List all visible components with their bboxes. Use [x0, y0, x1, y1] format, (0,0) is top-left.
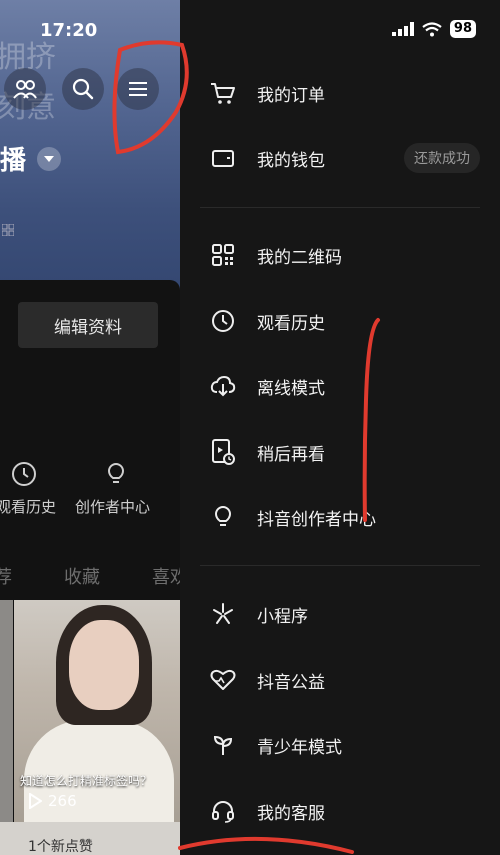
menu-button[interactable] — [117, 68, 159, 110]
hamburger-icon — [129, 82, 147, 96]
tool-creator-center[interactable]: 创作者中心 — [75, 496, 150, 517]
clock-icon — [210, 308, 236, 334]
menu-label: 离线模式 — [257, 378, 325, 399]
friends-button[interactable] — [4, 68, 46, 110]
menu-douyin-charity[interactable]: 抖音公益 — [180, 660, 500, 700]
signal-icon — [391, 22, 414, 36]
menu-label: 抖音创作者中心 — [257, 509, 376, 530]
menu-watch-history[interactable]: 观看历史 — [180, 301, 500, 341]
menu-divider — [200, 207, 480, 208]
grid-icon — [2, 224, 14, 236]
search-button[interactable] — [62, 68, 104, 110]
menu-creator-center[interactable]: 抖音创作者中心 — [180, 497, 500, 537]
menu-my-orders[interactable]: 我的订单 — [180, 73, 500, 113]
menu-label: 我的钱包 — [257, 150, 325, 171]
tab-favorites[interactable]: 收藏 — [64, 563, 100, 589]
status-indicators: 98 — [391, 20, 476, 38]
wallet-icon — [210, 145, 236, 171]
menu-teen-mode[interactable]: 青少年模式 — [180, 725, 500, 765]
qrcode-icon — [210, 242, 236, 268]
background-profile-page: 拥挤 刻意 17:20 播 编辑资料 观看历史 创作者中心 荐 收藏 喜欢 知道… — [0, 0, 180, 855]
menu-label: 观看历史 — [257, 313, 325, 334]
menu-label: 稍后再看 — [257, 444, 325, 465]
thumb-person-face — [69, 620, 139, 710]
menu-my-qrcode[interactable]: 我的二维码 — [180, 235, 500, 275]
caret-down-icon — [44, 156, 54, 162]
side-drawer: 98 我的订单 我的钱包 还款成功 我的二维码 观看历史 离线模式 稍后再看 抖… — [180, 0, 500, 855]
video-play-count: 266 — [48, 792, 77, 810]
tab-likes[interactable]: 喜欢 — [152, 563, 180, 589]
mini-program-icon — [210, 601, 236, 627]
friends-icon — [13, 80, 37, 99]
sprout-icon — [210, 732, 236, 758]
menu-label: 小程序 — [257, 606, 308, 627]
wifi-icon — [422, 21, 442, 36]
live-dropdown[interactable] — [37, 147, 61, 171]
charity-heart-icon — [210, 667, 236, 693]
repayment-status-badge[interactable]: 还款成功 — [404, 143, 480, 173]
menu-label: 我的客服 — [257, 803, 325, 824]
search-icon — [72, 78, 94, 100]
profile-banner: 拥挤 刻意 — [0, 0, 180, 300]
battery-level: 98 — [449, 20, 476, 38]
video-caption: 知道怎么打精准标签吗？ — [20, 774, 153, 788]
headset-icon — [210, 798, 236, 824]
status-time: 17:20 — [40, 20, 98, 41]
tab-recommend[interactable]: 荐 — [0, 563, 12, 589]
watch-later-icon — [210, 439, 236, 465]
menu-customer-service[interactable]: 我的客服 — [180, 791, 500, 831]
menu-label: 我的订单 — [257, 85, 325, 106]
menu-label: 青少年模式 — [257, 737, 342, 758]
video-plays: 266 — [28, 792, 77, 810]
edit-profile-button[interactable]: 编辑资料 — [18, 302, 158, 348]
cloud-download-icon — [210, 373, 236, 399]
video-thumbnail-partial[interactable] — [0, 600, 13, 822]
menu-mini-programs[interactable]: 小程序 — [180, 594, 500, 634]
menu-label: 抖音公益 — [257, 672, 325, 693]
menu-watch-later[interactable]: 稍后再看 — [180, 432, 500, 472]
live-label: 播 — [0, 146, 27, 176]
bulb-icon — [210, 504, 236, 530]
play-icon — [29, 793, 42, 809]
bulb-icon — [104, 459, 128, 487]
new-likes-notice[interactable]: 1个新点赞 — [28, 836, 93, 855]
clock-icon — [11, 461, 37, 487]
menu-divider — [200, 565, 480, 566]
menu-label: 我的二维码 — [257, 247, 342, 268]
cart-icon — [210, 80, 236, 106]
menu-offline-mode[interactable]: 离线模式 — [180, 366, 500, 406]
tool-watch-history[interactable]: 观看历史 — [0, 496, 56, 517]
